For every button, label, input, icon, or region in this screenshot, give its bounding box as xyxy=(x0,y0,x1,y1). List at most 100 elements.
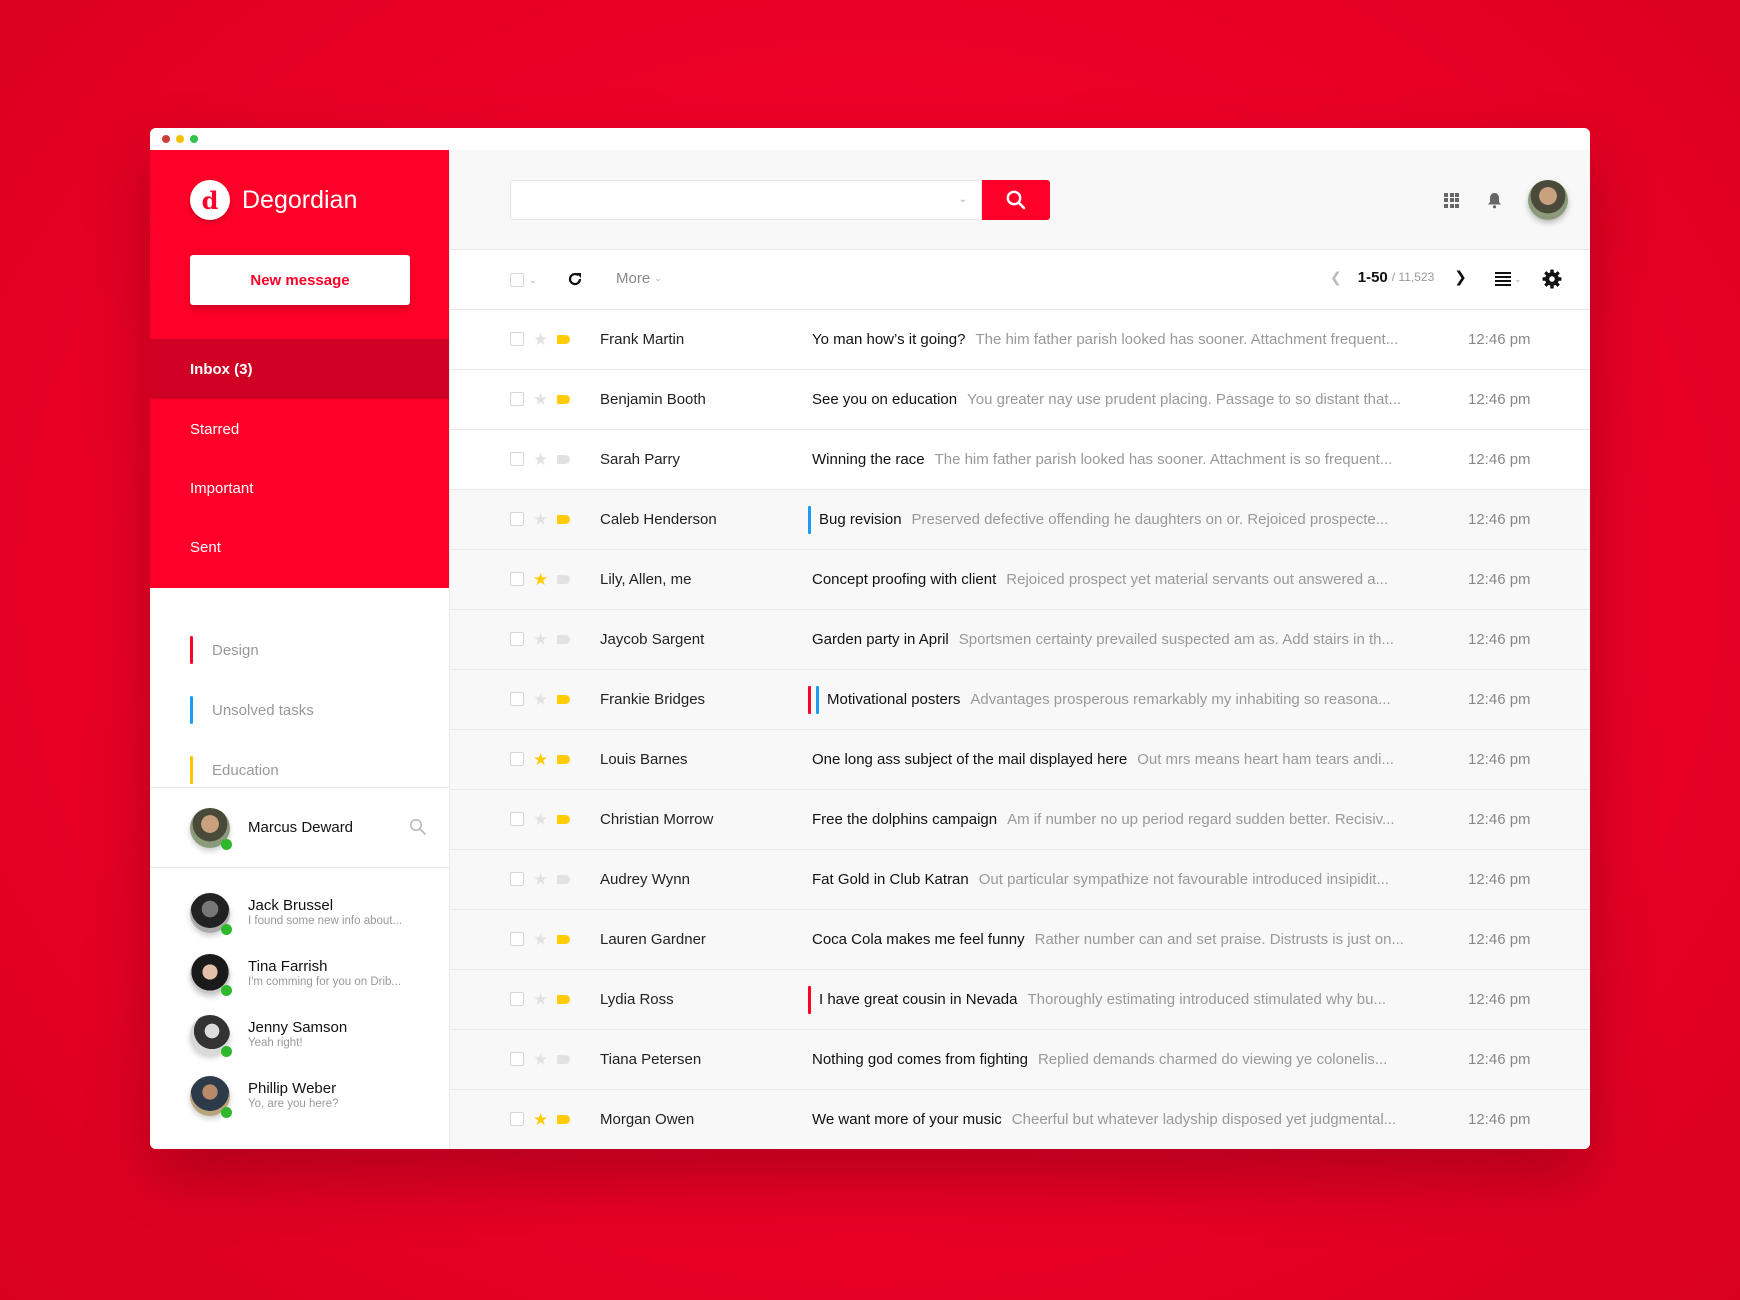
email-checkbox[interactable] xyxy=(510,452,524,466)
email-content: Bug revision Preserved defective offendi… xyxy=(808,505,1428,534)
star-icon[interactable]: ★ xyxy=(533,390,548,410)
email-row[interactable]: ★ Audrey Wynn Fat Gold in Club Katran Ou… xyxy=(450,850,1590,910)
contact-item[interactable]: Phillip Weber Yo, are you here? xyxy=(150,1065,449,1126)
important-tag-icon[interactable] xyxy=(557,455,570,464)
email-checkbox[interactable] xyxy=(510,692,524,706)
search-input[interactable] xyxy=(511,181,981,219)
email-row[interactable]: ★ Tiana Petersen Nothing god comes from … xyxy=(450,1030,1590,1090)
email-checkbox[interactable] xyxy=(510,752,524,766)
email-row[interactable]: ★ Benjamin Booth See you on education Yo… xyxy=(450,370,1590,430)
star-icon[interactable]: ★ xyxy=(533,330,548,350)
star-filled-icon[interactable]: ★ xyxy=(533,1110,548,1130)
select-all-dropdown[interactable]: ⌄ xyxy=(510,273,537,287)
email-row[interactable]: ★ Lily, Allen, me Concept proofing with … xyxy=(450,550,1590,610)
email-checkbox[interactable] xyxy=(510,632,524,646)
email-checkbox[interactable] xyxy=(510,1052,524,1066)
email-time: 12:46 pm xyxy=(1468,751,1531,768)
close-window-button[interactable] xyxy=(162,135,170,143)
important-tag-icon[interactable] xyxy=(557,875,570,884)
label-item-unsolved-tasks[interactable]: Unsolved tasks xyxy=(150,680,449,740)
new-message-button[interactable]: New message xyxy=(190,255,410,305)
sidebar-item-inbox[interactable]: Inbox (3) xyxy=(150,339,449,399)
email-checkbox[interactable] xyxy=(510,872,524,886)
sidebar-item-starred[interactable]: Starred xyxy=(150,399,449,459)
star-icon[interactable]: ★ xyxy=(533,630,548,650)
select-all-checkbox[interactable] xyxy=(510,273,524,287)
star-filled-icon[interactable]: ★ xyxy=(533,750,548,770)
sidebar-item-sent[interactable]: Sent xyxy=(150,517,449,577)
email-time: 12:46 pm xyxy=(1468,991,1531,1008)
email-row[interactable]: ★ Louis Barnes One long ass subject of t… xyxy=(450,730,1590,790)
important-tag-icon[interactable] xyxy=(557,815,570,824)
email-list: ★ Frank Martin Yo man how’s it going? Th… xyxy=(450,310,1590,1149)
star-filled-icon[interactable]: ★ xyxy=(533,570,548,590)
sidebar-item-important[interactable]: Important xyxy=(150,459,449,517)
email-row[interactable]: ★ Christian Morrow Free the dolphins cam… xyxy=(450,790,1590,850)
email-content: Nothing god comes from fighting Replied … xyxy=(808,1051,1428,1068)
refresh-icon[interactable] xyxy=(566,270,584,288)
email-checkbox[interactable] xyxy=(510,932,524,946)
important-tag-icon[interactable] xyxy=(557,995,570,1004)
email-subject: One long ass subject of the mail display… xyxy=(812,751,1128,768)
email-checkbox[interactable] xyxy=(510,332,524,346)
important-tag-icon[interactable] xyxy=(557,635,570,644)
important-tag-icon[interactable] xyxy=(557,695,570,704)
star-icon[interactable]: ★ xyxy=(533,1050,548,1070)
avatar[interactable] xyxy=(190,807,232,850)
email-checkbox[interactable] xyxy=(510,1112,524,1126)
search-options-dropdown[interactable]: ⌄ xyxy=(959,194,967,205)
important-tag-icon[interactable] xyxy=(557,1055,570,1064)
next-page-button[interactable]: ❯ xyxy=(1454,268,1467,286)
bell-icon[interactable] xyxy=(1487,192,1502,209)
search-icon[interactable] xyxy=(409,818,427,836)
star-icon[interactable]: ★ xyxy=(533,450,548,470)
star-icon[interactable]: ★ xyxy=(533,930,548,950)
user-avatar[interactable] xyxy=(1528,180,1568,220)
previous-page-button[interactable]: ❮ xyxy=(1330,269,1342,286)
email-checkbox[interactable] xyxy=(510,512,524,526)
important-tag-icon[interactable] xyxy=(557,395,570,404)
email-checkbox[interactable] xyxy=(510,992,524,1006)
chevron-down-icon: ⌄ xyxy=(529,274,537,285)
avatar xyxy=(190,953,232,996)
label-item-design[interactable]: Design xyxy=(150,620,449,680)
more-actions-dropdown[interactable]: More ⌄ xyxy=(616,270,662,287)
star-icon[interactable]: ★ xyxy=(533,510,548,530)
email-row[interactable]: ★ Morgan Owen We want more of your music… xyxy=(450,1090,1590,1149)
star-icon[interactable]: ★ xyxy=(533,990,548,1010)
density-view-dropdown[interactable]: ⌄ xyxy=(1495,272,1522,286)
contact-item[interactable]: Jack Brussel I found some new info about… xyxy=(150,882,449,943)
apps-grid-icon[interactable] xyxy=(1444,192,1459,208)
important-tag-icon[interactable] xyxy=(557,755,570,764)
email-row[interactable]: ★ Sarah Parry Winning the race The him f… xyxy=(450,430,1590,490)
avatar xyxy=(190,1075,232,1118)
star-icon[interactable]: ★ xyxy=(533,870,548,890)
email-time: 12:46 pm xyxy=(1468,331,1531,348)
email-row[interactable]: ★ Caleb Henderson Bug revision Preserved… xyxy=(450,490,1590,550)
email-row[interactable]: ★ Jaycob Sargent Garden party in April S… xyxy=(450,610,1590,670)
email-row[interactable]: ★ Lauren Gardner Coca Cola makes me feel… xyxy=(450,910,1590,970)
maximize-window-button[interactable] xyxy=(190,135,198,143)
email-row[interactable]: ★ Lydia Ross I have great cousin in Neva… xyxy=(450,970,1590,1030)
email-row[interactable]: ★ Frankie Bridges Motivational posters A… xyxy=(450,670,1590,730)
email-subject: Yo man how’s it going? xyxy=(812,331,966,348)
gear-icon[interactable] xyxy=(1542,269,1562,289)
search-button[interactable] xyxy=(982,180,1050,220)
important-tag-icon[interactable] xyxy=(557,935,570,944)
contact-item[interactable]: Jenny Samson Yeah right! xyxy=(150,1004,449,1065)
minimize-window-button[interactable] xyxy=(176,135,184,143)
online-status-indicator xyxy=(221,923,232,935)
email-checkbox[interactable] xyxy=(510,392,524,406)
folder-nav: Inbox (3) Starred Important Sent xyxy=(150,339,449,577)
important-tag-icon[interactable] xyxy=(557,515,570,524)
email-checkbox[interactable] xyxy=(510,572,524,586)
brand[interactable]: d Degordian xyxy=(190,180,357,220)
contact-item[interactable]: Tina Farrish I'm comming for you on Drib… xyxy=(150,943,449,1004)
star-icon[interactable]: ★ xyxy=(533,810,548,830)
star-icon[interactable]: ★ xyxy=(533,690,548,710)
important-tag-icon[interactable] xyxy=(557,575,570,584)
email-row[interactable]: ★ Frank Martin Yo man how’s it going? Th… xyxy=(450,310,1590,370)
important-tag-icon[interactable] xyxy=(557,335,570,344)
email-checkbox[interactable] xyxy=(510,812,524,826)
important-tag-icon[interactable] xyxy=(557,1115,570,1124)
